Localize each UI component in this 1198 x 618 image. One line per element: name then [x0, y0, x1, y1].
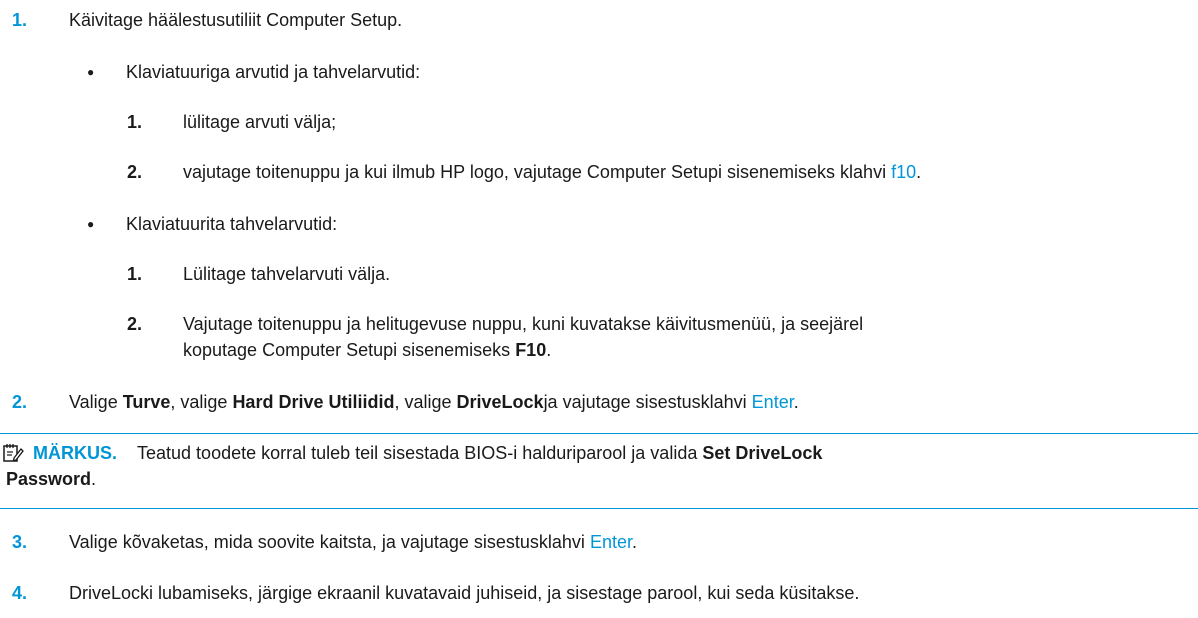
step-3-number: 3. [12, 532, 28, 552]
keyboard-step-2-number: 2. [127, 162, 143, 182]
tablet-step-2-line-1: Vajutage toitenuppu ja helitugevuse nupp… [183, 314, 864, 334]
tablet-step-2-number: 2. [127, 314, 143, 334]
enter-key-link[interactable]: Enter [752, 392, 794, 412]
keyboard-step-1-text: lülitage arvuti välja; [183, 112, 337, 132]
note-top-rule [0, 433, 1198, 434]
bullet-icon: ● [87, 217, 95, 231]
tablet-step-2-line-2: koputage Computer Setupi sisenemiseks F1… [183, 340, 552, 360]
note-line-1: MÄRKUS. Teatud toodete korral tuleb teil… [33, 443, 823, 463]
note-bottom-rule [0, 508, 1198, 509]
step-3-text: Valige kõvaketas, mida soovite kaitsta, … [69, 532, 637, 552]
note-label: MÄRKUS. [33, 443, 117, 463]
tablet-step-1-text: Lülitage tahvelarvuti välja. [183, 264, 391, 284]
note-line-2: Password. [6, 469, 97, 489]
keyboard-heading: Klaviatuuriga arvutid ja tahvelarvutid: [126, 62, 421, 82]
tablet-heading: Klaviatuurita tahvelarvutid: [126, 214, 338, 234]
f10-key-link[interactable]: f10 [891, 162, 916, 182]
bullet-icon: ● [87, 65, 95, 79]
step-1-number: 1. [12, 10, 28, 30]
step-2-number: 2. [12, 392, 28, 412]
note-pad-pencil-icon [3, 444, 24, 462]
step-2-text: Valige Turve, valige Hard Drive Utiliidi… [69, 392, 799, 412]
f10-key: F10 [515, 340, 547, 360]
step-4-number: 4. [12, 583, 28, 603]
keyboard-step-1-number: 1. [127, 112, 143, 132]
step-1-text: Käivitage häälestusutiliit Computer Setu… [69, 10, 403, 30]
enter-key-link[interactable]: Enter [590, 532, 632, 552]
step-4-text: DriveLocki lubamiseks, järgige ekraanil … [69, 583, 860, 603]
keyboard-step-2-text: vajutage toitenuppu ja kui ilmub HP logo… [183, 162, 922, 182]
tablet-step-1-number: 1. [127, 264, 143, 284]
